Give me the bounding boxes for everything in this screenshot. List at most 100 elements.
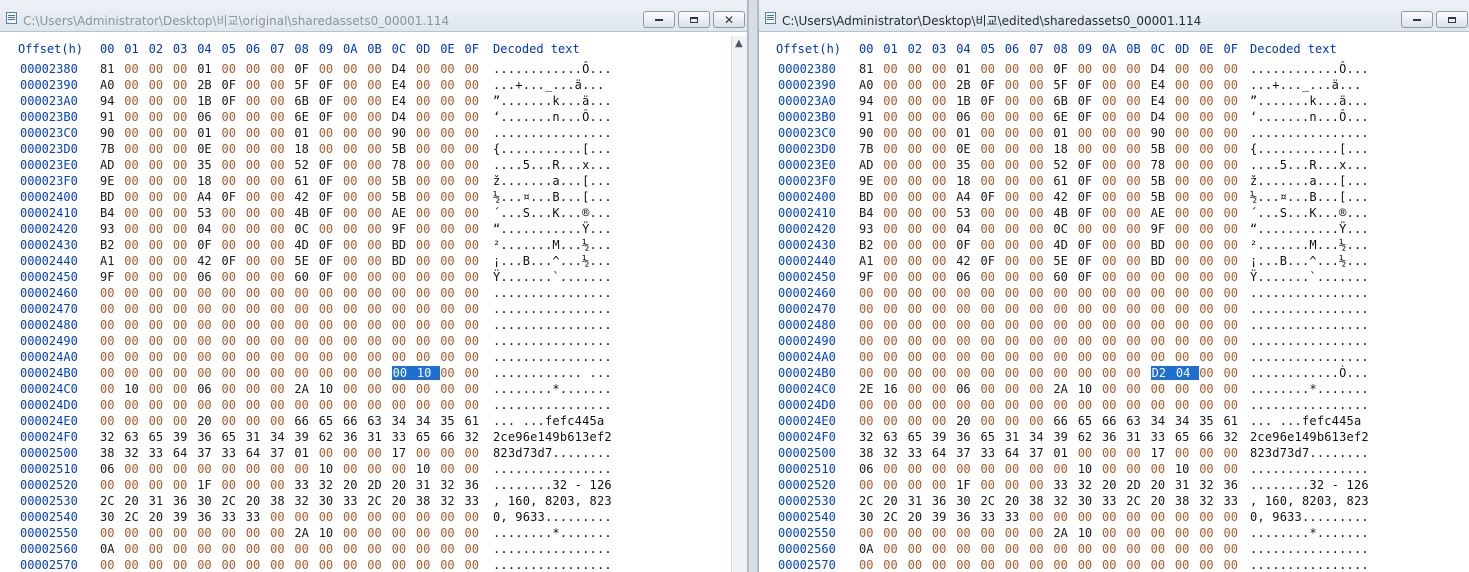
hex-byte[interactable]: 00	[197, 318, 217, 332]
hex-byte[interactable]: 1B	[197, 94, 217, 108]
hex-byte[interactable]: 94	[100, 94, 120, 108]
hex-byte[interactable]: 00	[956, 366, 976, 380]
hex-byte[interactable]: 00	[1224, 558, 1244, 572]
hex-byte[interactable]: 00	[270, 318, 290, 332]
decoded-text[interactable]: 823d73d7........	[493, 446, 612, 460]
hex-byte[interactable]: 00	[124, 222, 144, 236]
hex-byte[interactable]: 00	[1029, 302, 1049, 316]
hex-byte[interactable]: 78	[392, 158, 412, 172]
hex-byte[interactable]: 06	[197, 270, 217, 284]
hex-byte[interactable]: 00	[392, 334, 412, 348]
hex-byte[interactable]: 00	[1175, 350, 1195, 364]
hex-byte[interactable]: 33	[981, 510, 1001, 524]
hex-byte[interactable]: 00	[270, 206, 290, 220]
hex-byte[interactable]: 00	[932, 94, 952, 108]
hex-byte[interactable]: 00	[440, 558, 460, 572]
hex-byte[interactable]: 9F	[392, 222, 412, 236]
hex-byte[interactable]: 0F	[319, 94, 339, 108]
hex-byte[interactable]: 00	[1199, 382, 1219, 396]
decoded-text[interactable]: ... ...fefc445a	[1250, 414, 1361, 428]
hex-byte[interactable]: 00	[124, 142, 144, 156]
hex-byte[interactable]: 00	[883, 350, 903, 364]
hex-byte[interactable]: 00	[392, 558, 412, 572]
hex-byte[interactable]: 00	[908, 558, 928, 572]
hex-byte[interactable]: 00	[1078, 446, 1098, 460]
hex-byte[interactable]: 20	[1005, 494, 1025, 508]
hex-byte[interactable]: 53	[197, 206, 217, 220]
hex-byte[interactable]: 00	[416, 558, 436, 572]
hex-byte[interactable]: 00	[222, 558, 242, 572]
hex-byte[interactable]: E4	[392, 78, 412, 92]
right-hex-pane[interactable]: C:\Users\Administrator\Desktop\비교\edited…	[758, 0, 1469, 572]
hex-byte[interactable]: 00	[173, 62, 193, 76]
hex-byte[interactable]: 00	[1224, 158, 1244, 172]
hex-byte[interactable]: 31	[367, 430, 387, 444]
hex-byte[interactable]: 42	[956, 254, 976, 268]
hex-byte[interactable]: 00	[956, 318, 976, 332]
hex-byte[interactable]: 00	[1053, 366, 1073, 380]
hex-byte[interactable]: 00	[367, 206, 387, 220]
hex-byte[interactable]: 00	[173, 238, 193, 252]
hex-byte[interactable]: 00	[932, 526, 952, 540]
hex-byte[interactable]: 20	[197, 414, 217, 428]
hex-byte[interactable]: 00	[149, 142, 169, 156]
hex-byte[interactable]: 00	[367, 190, 387, 204]
decoded-text[interactable]: ................	[1250, 286, 1369, 300]
hex-byte[interactable]: 00	[173, 286, 193, 300]
hex-byte[interactable]: 00	[124, 366, 144, 380]
hex-byte[interactable]: 00	[465, 398, 485, 412]
hex-byte[interactable]: 00	[1175, 94, 1195, 108]
hex-byte[interactable]: 4B	[294, 206, 314, 220]
hex-byte[interactable]: 2C	[100, 494, 120, 508]
hex-byte[interactable]: 63	[1126, 414, 1146, 428]
hex-byte[interactable]: 00	[416, 110, 436, 124]
hex-byte[interactable]: 00	[440, 94, 460, 108]
hex-byte[interactable]: 00	[343, 462, 363, 476]
hex-byte[interactable]: 00	[932, 286, 952, 300]
hex-byte[interactable]: 00	[1102, 62, 1122, 76]
hex-byte[interactable]: 38	[1175, 494, 1195, 508]
hex-byte[interactable]: 00	[1224, 142, 1244, 156]
hex-byte[interactable]: 00	[1199, 350, 1219, 364]
hex-byte[interactable]: 37	[956, 446, 976, 460]
hex-byte[interactable]: 20	[343, 478, 363, 492]
hex-byte[interactable]: 00	[343, 382, 363, 396]
hex-byte[interactable]: 9E	[859, 174, 879, 188]
hex-byte[interactable]: 4D	[294, 238, 314, 252]
hex-byte[interactable]: 0F	[222, 78, 242, 92]
hex-byte[interactable]: 00	[1126, 158, 1146, 172]
hex-byte[interactable]: 00	[1029, 62, 1049, 76]
hex-byte[interactable]: A1	[100, 254, 120, 268]
decoded-text[interactable]: ................	[1250, 398, 1369, 412]
decoded-text[interactable]: ž.......a...[...	[1250, 174, 1369, 188]
hex-byte[interactable]: 2A	[294, 526, 314, 540]
hex-byte[interactable]: 00	[859, 558, 879, 572]
hex-byte[interactable]: 00	[416, 318, 436, 332]
hex-byte[interactable]: 00	[392, 462, 412, 476]
decoded-text[interactable]: ¡...B...^...½...	[493, 254, 612, 268]
hex-byte[interactable]: 65	[981, 430, 1001, 444]
hex-byte[interactable]: 06	[197, 110, 217, 124]
hex-byte[interactable]: 00	[173, 142, 193, 156]
hex-byte[interactable]: 00	[908, 478, 928, 492]
hex-byte[interactable]: 9E	[100, 174, 120, 188]
hex-byte[interactable]: 00	[465, 302, 485, 316]
hex-byte[interactable]: 00	[343, 286, 363, 300]
hex-byte[interactable]: 00	[1102, 350, 1122, 364]
hex-byte[interactable]: 2B	[197, 78, 217, 92]
hex-byte[interactable]: 00	[932, 78, 952, 92]
hex-byte[interactable]: 00	[1029, 94, 1049, 108]
hex-byte[interactable]: 00	[883, 62, 903, 76]
hex-byte[interactable]: 00	[246, 254, 266, 268]
hex-byte[interactable]: 00	[981, 526, 1001, 540]
hex-byte[interactable]: 00	[465, 286, 485, 300]
hex-byte[interactable]: 01	[197, 62, 217, 76]
hex-byte[interactable]: A4	[197, 190, 217, 204]
decoded-text[interactable]: ¡...B...^...½...	[1250, 254, 1369, 268]
hex-byte[interactable]: 00	[908, 318, 928, 332]
hex-byte[interactable]: 00	[416, 62, 436, 76]
hex-byte[interactable]: 00	[222, 270, 242, 284]
hex-byte[interactable]: 0F	[222, 94, 242, 108]
hex-byte[interactable]: 65	[908, 430, 928, 444]
hex-byte[interactable]: 00	[1102, 382, 1122, 396]
